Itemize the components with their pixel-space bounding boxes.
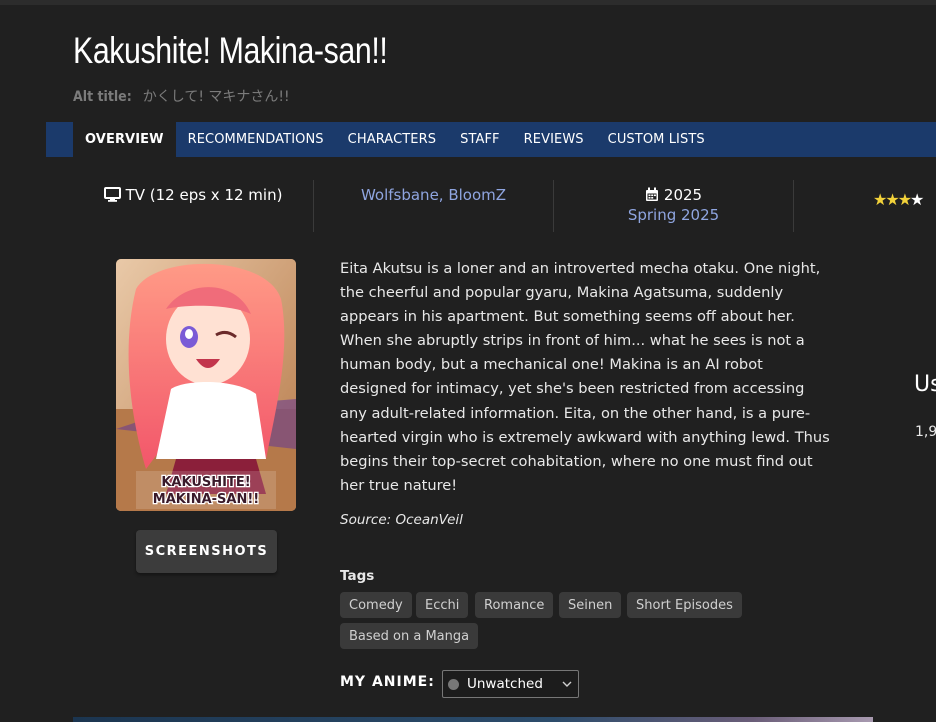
info-studios: Wolfsbane, BloomZ bbox=[314, 180, 553, 232]
source-text: Source: OceanVeil bbox=[340, 512, 463, 528]
alt-title-value: かくして! マキナさん!! bbox=[142, 89, 290, 105]
star-icon: ★ bbox=[885, 190, 899, 209]
alt-title-label: Alt title: bbox=[73, 89, 132, 105]
monitor-icon bbox=[103, 187, 121, 206]
info-type: TV (12 eps x 12 min) bbox=[73, 180, 313, 232]
alt-title: Alt title: かくして! マキナさん!! bbox=[73, 86, 290, 106]
star-icon: ★ bbox=[910, 190, 924, 209]
tab-characters[interactable]: CHARACTERS bbox=[336, 122, 448, 157]
season-link[interactable]: Spring 2025 bbox=[628, 206, 719, 224]
tab-recommendations[interactable]: RECOMMENDATIONS bbox=[176, 122, 336, 157]
studio-link-bloomz[interactable]: BloomZ bbox=[448, 186, 506, 204]
side-section-number: 1,9 bbox=[915, 424, 936, 440]
info-divider bbox=[793, 180, 794, 232]
studio-separator: , bbox=[438, 186, 449, 204]
page-title: Kakushite! Makina-san!! bbox=[73, 30, 388, 71]
watch-status-select[interactable]: Unwatched bbox=[442, 670, 579, 698]
cover-caption-1: KAKUSHITE! bbox=[161, 475, 250, 490]
nav-tabs: OVERVIEW RECOMMENDATIONS CHARACTERS STAF… bbox=[46, 122, 936, 157]
calendar-icon bbox=[645, 187, 659, 206]
tag-short-episodes[interactable]: Short Episodes bbox=[627, 592, 742, 618]
info-date: 2025 Spring 2025 bbox=[554, 180, 793, 232]
tag-ecchi[interactable]: Ecchi bbox=[416, 592, 469, 618]
tab-reviews[interactable]: REVIEWS bbox=[512, 122, 596, 157]
info-bar: TV (12 eps x 12 min) Wolfsbane, BloomZ 2… bbox=[73, 180, 936, 232]
studio-link-wolfsbane[interactable]: Wolfsbane bbox=[361, 186, 439, 204]
my-anime-label: MY ANIME: bbox=[340, 674, 435, 690]
cover-caption-2: MAKINA-SAN!! bbox=[153, 492, 259, 507]
cover-illustration: KAKUSHITE! MAKINA-SAN!! bbox=[116, 259, 296, 511]
screenshots-button[interactable]: SCREENSHOTS bbox=[136, 530, 277, 573]
side-section-heading: Us bbox=[914, 372, 936, 397]
synopsis-text: Eita Akutsu is a loner and an introverte… bbox=[340, 260, 830, 494]
tab-staff[interactable]: STAFF bbox=[448, 122, 512, 157]
top-border bbox=[0, 0, 936, 5]
cover-image[interactable]: KAKUSHITE! MAKINA-SAN!! bbox=[116, 259, 296, 511]
tag-based-on-a-manga[interactable]: Based on a Manga bbox=[340, 623, 479, 649]
rating-stars: ★★★★ bbox=[873, 190, 924, 209]
watch-status-value: Unwatched bbox=[467, 676, 543, 692]
star-icon: ★ bbox=[873, 190, 887, 209]
tab-overview[interactable]: OVERVIEW bbox=[73, 122, 176, 157]
star-icon: ★ bbox=[897, 190, 912, 209]
bottom-banner-image bbox=[73, 717, 873, 722]
tab-custom-lists[interactable]: CUSTOM LISTS bbox=[596, 122, 717, 157]
tags-heading: Tags bbox=[340, 568, 375, 584]
tag-comedy[interactable]: Comedy bbox=[340, 592, 412, 618]
type-text: TV (12 eps x 12 min) bbox=[125, 186, 283, 204]
year-text: 2025 bbox=[663, 186, 703, 204]
tag-seinen[interactable]: Seinen bbox=[559, 592, 622, 618]
tag-romance[interactable]: Romance bbox=[475, 592, 554, 618]
chevron-down-icon bbox=[562, 678, 572, 694]
status-dot-icon bbox=[448, 678, 459, 690]
